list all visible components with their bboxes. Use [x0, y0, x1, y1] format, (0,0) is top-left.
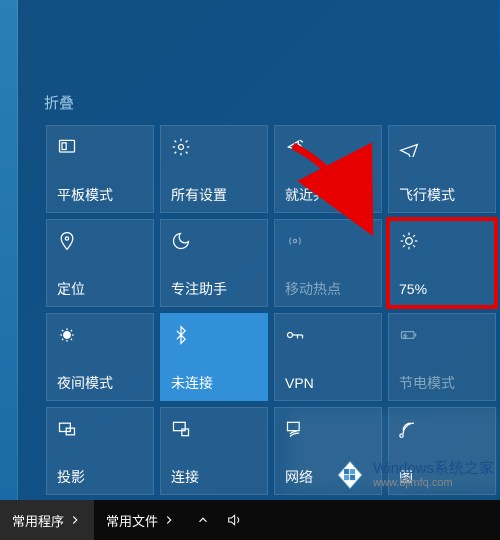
tile-label: 专注助手: [171, 281, 257, 298]
tile-mobile-hotspot[interactable]: 移动热点: [274, 219, 382, 307]
chevron-right-icon: [162, 513, 176, 527]
tile-brightness[interactable]: 75%: [388, 219, 496, 307]
bluetooth-icon: [171, 324, 257, 346]
collapse-link[interactable]: 折叠: [44, 92, 74, 113]
tile-label: 75%: [399, 281, 485, 298]
tile-vpn[interactable]: VPN: [274, 313, 382, 401]
location-icon: [57, 230, 143, 252]
chevron-right-icon: [68, 513, 82, 527]
tile-label: 飞行模式: [399, 187, 485, 204]
tile-label: VPN: [285, 375, 371, 392]
tile-label: 就近共享: [285, 187, 371, 204]
tile-bluetooth[interactable]: 未连接: [160, 313, 268, 401]
tile-label: 定位: [57, 281, 143, 298]
tile-label: 平板模式: [57, 187, 143, 204]
watermark: Windows系统之家 www.bjlmfq.com: [333, 458, 494, 492]
taskbar-item-label: 常用程序: [12, 511, 64, 530]
taskbar-item-label: 常用文件: [106, 511, 158, 530]
vpn-icon: [285, 324, 371, 346]
tile-location[interactable]: 定位: [46, 219, 154, 307]
tile-label: 未连接: [171, 375, 257, 392]
watermark-title: Windows系统之家: [373, 461, 494, 478]
tile-tablet-mode[interactable]: 平板模式: [46, 125, 154, 213]
tile-label: 连接: [171, 469, 257, 486]
watermark-subtitle: www.bjlmfq.com: [373, 477, 494, 489]
tray-volume[interactable]: [218, 500, 250, 540]
gear-icon: [171, 136, 257, 158]
windows-logo-icon: [333, 458, 367, 492]
tile-label: 所有设置: [171, 187, 257, 204]
hotspot-icon: [285, 230, 371, 252]
tile-airplane-mode[interactable]: 飞行模式: [388, 125, 496, 213]
taskbar-item-files[interactable]: 常用文件: [94, 500, 188, 540]
volume-icon: [226, 512, 242, 528]
tile-all-settings[interactable]: 所有设置: [160, 125, 268, 213]
tile-label: 夜间模式: [57, 375, 143, 392]
moon-icon: [171, 230, 257, 252]
tile-night-light[interactable]: 夜间模式: [46, 313, 154, 401]
sun-icon: [399, 230, 485, 252]
tablet-icon: [57, 136, 143, 158]
airplane-icon: [399, 136, 485, 158]
tile-label: 投影: [57, 469, 143, 486]
nightlight-icon: [57, 324, 143, 346]
tile-nearby-share[interactable]: 就近共享: [274, 125, 382, 213]
tile-project[interactable]: 投影: [46, 407, 154, 495]
chevron-up-icon: [196, 513, 210, 527]
tile-label: 移动热点: [285, 281, 371, 298]
battery-icon: [399, 324, 485, 346]
desktop-edge: [0, 0, 18, 500]
tile-battery-saver[interactable]: 节电模式: [388, 313, 496, 401]
taskbar: 常用程序 常用文件: [0, 500, 500, 540]
tile-connect[interactable]: 连接: [160, 407, 268, 495]
share-icon: [285, 136, 371, 158]
project-icon: [57, 418, 143, 440]
tile-focus-assist[interactable]: 专注助手: [160, 219, 268, 307]
tile-label: 节电模式: [399, 375, 485, 392]
taskbar-item-programs[interactable]: 常用程序: [0, 500, 94, 540]
tray-overflow[interactable]: [188, 500, 218, 540]
connect-icon: [171, 418, 257, 440]
